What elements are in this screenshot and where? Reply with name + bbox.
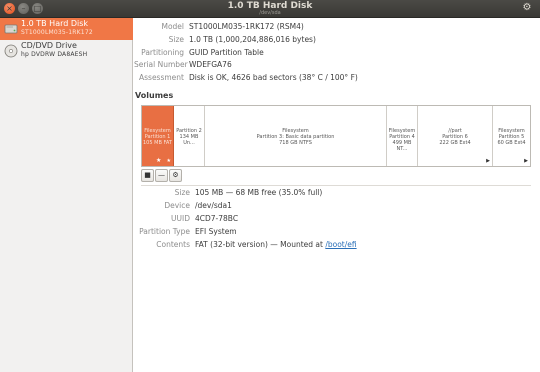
hard-disk-icon [4, 24, 18, 34]
device-name: 1.0 TB Hard Disk [21, 19, 89, 28]
gear-icon[interactable]: ⚙ [169, 169, 182, 182]
play-triangle-icon: ▶ [524, 158, 528, 164]
volume-partition-4[interactable]: Filesystem Partition 4 499 MB NT... [387, 106, 418, 166]
size-label: Size [168, 35, 184, 44]
segment-line-3: 222 GB Ext4 [439, 140, 471, 146]
model-label: Model [161, 22, 184, 31]
volume-size-value: 105 MB — 68 MB free (35.0% full) [195, 188, 323, 197]
device-label: Device [164, 201, 190, 210]
size-value: 1.0 TB (1,000,204,886,016 bytes) [189, 35, 316, 44]
volume-size-label: Size [174, 188, 190, 197]
volume-partition-5[interactable]: Filesystem Partition 5 60 GB Ext4 ▶ [493, 106, 530, 166]
contents-label: Contents [156, 240, 190, 249]
uuid-label: UUID [171, 214, 190, 223]
partition-type-value: EFI System [195, 227, 237, 236]
device-value: /dev/sda1 [195, 201, 232, 210]
divider [141, 185, 531, 186]
title-bar: × – □ 1.0 TB Hard Disk /dev/sda ⚙ [0, 0, 540, 18]
mounted-triangle-icon: ★ [166, 158, 171, 164]
assessment-label: Assessment [139, 73, 184, 82]
volume-map: Filesystem Partition 1 105 MB FAT ★ ★ Pa… [141, 105, 531, 167]
model-value: ST1000LM035-1RK172 (RSM4) [189, 22, 304, 31]
assessment-value: Disk is OK, 4626 bad sectors (38° C / 10… [189, 73, 358, 82]
segment-line-3: 718 GB NTFS [279, 140, 312, 146]
partitioning-value: GUID Partition Table [189, 48, 264, 57]
optical-drive-icon [4, 44, 18, 58]
star-icon: ★ [156, 157, 162, 164]
volume-partition-1[interactable]: Filesystem Partition 1 105 MB FAT ★ ★ [142, 106, 174, 166]
partition-type-label: Partition Type [139, 227, 190, 236]
window-subtitle: /dev/sda [259, 10, 281, 16]
segment-line-2: 134 MB Un... [179, 134, 199, 146]
sidebar-item-hard-disk[interactable]: 1.0 TB Hard Disk ST1000LM035-1RK172 [0, 18, 133, 40]
stop-icon[interactable]: ■ [141, 169, 154, 182]
mount-point-link[interactable]: /boot/efi [325, 240, 356, 249]
device-sidebar: 1.0 TB Hard Disk ST1000LM035-1RK172 CD/D… [0, 18, 133, 372]
segment-line-3: 499 MB NT... [392, 140, 412, 152]
volume-toolbar: ■ — ⚙ [141, 169, 183, 182]
volume-partition-2[interactable]: Partition 2 134 MB Un... [174, 106, 205, 166]
partitioning-label: Partitioning [141, 48, 184, 57]
serial-label: Serial Number [134, 60, 188, 69]
volume-partition-6[interactable]: //part Partition 6 222 GB Ext4 ▶ [418, 106, 493, 166]
remove-icon[interactable]: — [155, 169, 168, 182]
contents-text: FAT (32-bit version) — Mounted at [195, 240, 326, 249]
segment-line-3: 60 GB Ext4 [497, 140, 526, 146]
device-model: hp DVDRW DA8AESH [21, 51, 88, 58]
segment-line-3: 105 MB FAT [143, 140, 172, 146]
gear-icon[interactable]: ⚙ [520, 2, 534, 15]
sidebar-item-optical-drive[interactable]: CD/DVD Drive hp DVDRW DA8AESH [0, 40, 133, 62]
serial-value: WDEFGA76 [189, 60, 232, 69]
volumes-heading: Volumes [135, 91, 174, 100]
volume-partition-3[interactable]: Filesystem Partition 3: Basic data parti… [205, 106, 387, 166]
uuid-value: 4CD7-78BC [195, 214, 239, 223]
device-model: ST1000LM035-1RK172 [21, 29, 93, 36]
play-triangle-icon: ▶ [486, 158, 490, 164]
contents-value: FAT (32-bit version) — Mounted at /boot/… [195, 240, 357, 249]
device-name: CD/DVD Drive [21, 41, 77, 50]
drive-details-panel: Model ST1000LM035-1RK172 (RSM4) Size 1.0… [134, 18, 540, 372]
